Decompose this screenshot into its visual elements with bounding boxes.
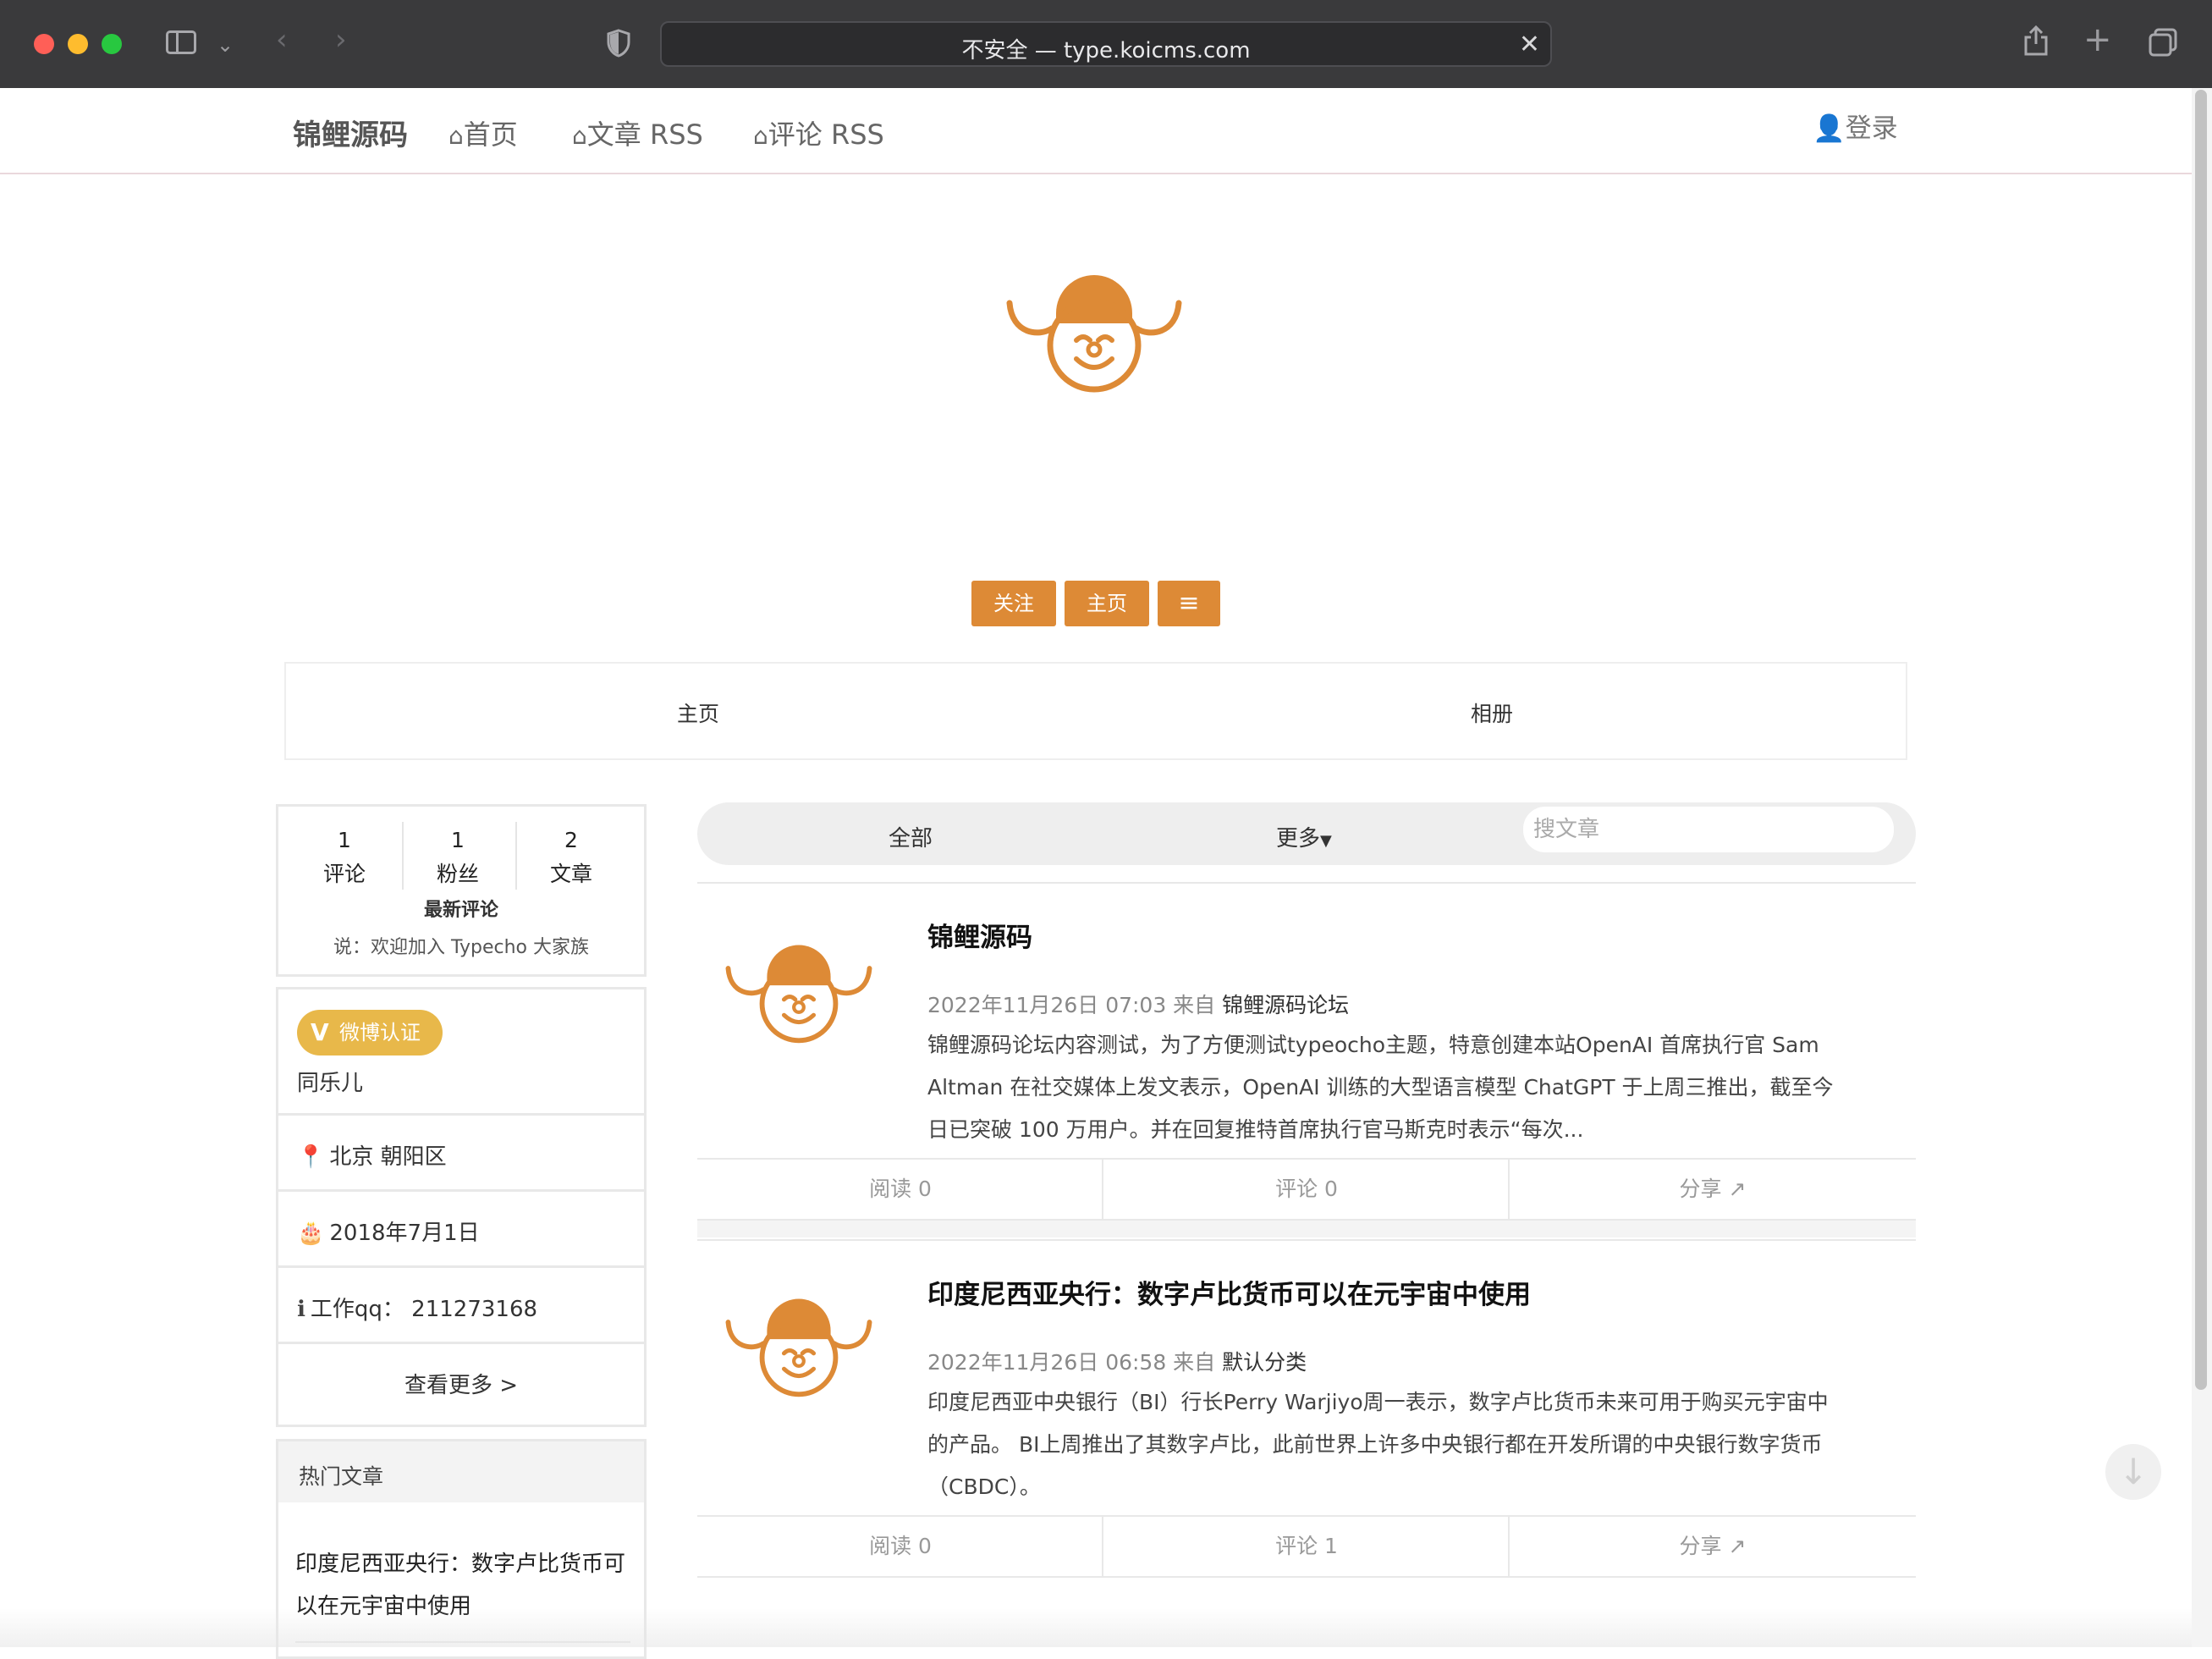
article-card: 印度尼西亚央行：数字卢比货币可以在元宇宙中使用 2022年11月26日 06:5…: [697, 1239, 1916, 1578]
article-meta: 2022年11月26日 07:03 来自 锦鲤源码论坛: [927, 993, 1350, 1017]
view-more-link[interactable]: 查看更多 >: [278, 1342, 644, 1418]
browser-toolbar: ⌄ ‹ › 不安全 — type.koicms.com ✕ +: [0, 0, 2212, 89]
forward-arrow-icon[interactable]: ›: [335, 25, 347, 54]
profile-card: V 微博认证 同乐儿 📍 北京 朝阳区 🎂 2018年7月1日 ℹ 工作qq： 211…: [276, 987, 647, 1427]
article-card: 锦鲤源码 2022年11月26日 07:03 来自 锦鲤源码论坛 锦鲤源码论坛内…: [697, 885, 1916, 1221]
url-text: 不安全 — type.koicms.com: [961, 38, 1251, 63]
article-title[interactable]: 锦鲤源码: [927, 916, 1032, 954]
clear-url-icon[interactable]: ✕: [1519, 30, 1540, 59]
article-footer: 阅读 0 评论 1 分享 ↗: [697, 1515, 1916, 1578]
article-avatar[interactable]: [723, 1288, 875, 1408]
back-arrow-icon[interactable]: ‹: [276, 25, 288, 54]
article-comments[interactable]: 评论 1: [1103, 1517, 1510, 1576]
birthday-cake-icon: 🎂: [297, 1221, 325, 1246]
home-button[interactable]: 主页: [1065, 581, 1149, 626]
share-icon[interactable]: [2022, 24, 2050, 58]
search-articles-input[interactable]: [1523, 807, 1894, 852]
map-pin-icon: 📍: [297, 1144, 325, 1170]
stat-divider: [515, 822, 517, 890]
profile-avatar: [1006, 275, 1182, 393]
profile-tabs: 主页 相册: [284, 662, 1907, 760]
minimize-window-button[interactable]: [68, 34, 88, 54]
stat-articles[interactable]: 2 文章: [520, 824, 622, 891]
scrollbar-thumb[interactable]: [2195, 90, 2207, 1390]
profile-qq: ℹ 工作qq： 211273168: [278, 1265, 644, 1342]
article-share[interactable]: 分享 ↗: [1510, 1517, 1916, 1576]
article-meta: 2022年11月26日 06:58 来自 默认分类: [927, 1350, 1307, 1375]
article-category[interactable]: 锦鲤源码论坛: [1222, 993, 1349, 1017]
site-navbar: 锦鲤源码 ⌂首页 ⌂文章 RSS ⌂评论 RSS 👤登录: [0, 88, 2192, 174]
close-window-button[interactable]: [34, 34, 54, 54]
tab-album[interactable]: 相册: [1471, 697, 1513, 728]
article-comments[interactable]: 评论 0: [1103, 1160, 1510, 1219]
article-reads[interactable]: 阅读 0: [697, 1160, 1103, 1219]
hot-articles-header: 热门文章: [278, 1441, 644, 1502]
tab-home[interactable]: 主页: [677, 697, 719, 728]
menu-icon[interactable]: ≡: [1158, 581, 1220, 626]
latest-comment[interactable]: 说：欢迎加入 Typecho 大家族: [278, 932, 644, 959]
stat-fans[interactable]: 1 粉丝: [407, 824, 509, 891]
share-external-icon: ↗: [1728, 1534, 1747, 1558]
chevron-down-icon[interactable]: ⌄: [217, 30, 234, 59]
fullscreen-window-button[interactable]: [102, 34, 122, 54]
stats-card: 1 评论 1 粉丝 2 文章 最新评论 说：欢迎加入 Typecho 大家族: [276, 804, 647, 977]
article-footer: 阅读 0 评论 0 分享 ↗: [697, 1158, 1916, 1221]
verified-v-icon: V: [311, 1018, 329, 1046]
home-icon: ⌂: [753, 122, 768, 150]
article-excerpt: 锦鲤源码论坛内容测试，为了方便测试typeocho主题，特意创建本站OpenAI…: [927, 1033, 1834, 1142]
follow-button[interactable]: 关注: [971, 581, 1056, 626]
nav-link-home[interactable]: ⌂首页: [448, 113, 518, 152]
stat-comments[interactable]: 1 评论: [294, 824, 395, 891]
home-icon: ⌂: [572, 122, 587, 150]
share-external-icon: ↗: [1728, 1177, 1747, 1201]
bottom-fade: [0, 1608, 2192, 1647]
divider: [697, 882, 1916, 884]
article-reads[interactable]: 阅读 0: [697, 1517, 1103, 1576]
stat-divider: [402, 822, 404, 890]
new-tab-icon[interactable]: +: [2083, 23, 2112, 57]
home-icon: ⌂: [448, 122, 464, 150]
article-excerpt: 印度尼西亚中央银行（BI）行长Perry Warjiyo周一表示，数字卢比货币未…: [927, 1390, 1829, 1499]
profile-location: 📍 北京 朝阳区: [278, 1113, 644, 1189]
tab-overview-icon[interactable]: [2148, 27, 2178, 58]
login-link[interactable]: 👤登录: [1813, 107, 1898, 145]
filter-all[interactable]: 全部: [889, 821, 933, 852]
info-icon: ℹ: [297, 1297, 305, 1322]
scroll-down-arrow-icon[interactable]: ↓: [2105, 1444, 2161, 1500]
article-filter-bar: 全部 更多▼: [697, 802, 1916, 865]
caret-down-icon: ▼: [1320, 832, 1332, 850]
profile-name: 同乐儿: [297, 1071, 364, 1096]
article-title[interactable]: 印度尼西亚央行：数字卢比货币可以在元宇宙中使用: [927, 1273, 1531, 1311]
address-bar[interactable]: 不安全 — type.koicms.com ✕: [660, 21, 1552, 67]
article-avatar[interactable]: [723, 934, 875, 1055]
sidebar-toggle-icon[interactable]: [166, 30, 196, 54]
filter-more-dropdown[interactable]: 更多▼: [1276, 821, 1332, 852]
nav-link-article-rss[interactable]: ⌂文章 RSS: [572, 113, 703, 152]
weibo-verified-badge: V 微博认证: [297, 1010, 443, 1055]
article-share[interactable]: 分享 ↗: [1510, 1160, 1916, 1219]
article-category[interactable]: 默认分类: [1222, 1350, 1307, 1375]
nav-link-comment-rss[interactable]: ⌂评论 RSS: [753, 113, 884, 152]
site-brand[interactable]: 锦鲤源码: [293, 112, 408, 153]
latest-comments-title: 最新评论: [423, 900, 498, 921]
user-icon: 👤: [1813, 113, 1846, 144]
privacy-shield-icon[interactable]: [606, 29, 631, 58]
profile-birthday: 🎂 2018年7月1日: [278, 1189, 644, 1265]
article-gap: [697, 1221, 1916, 1237]
